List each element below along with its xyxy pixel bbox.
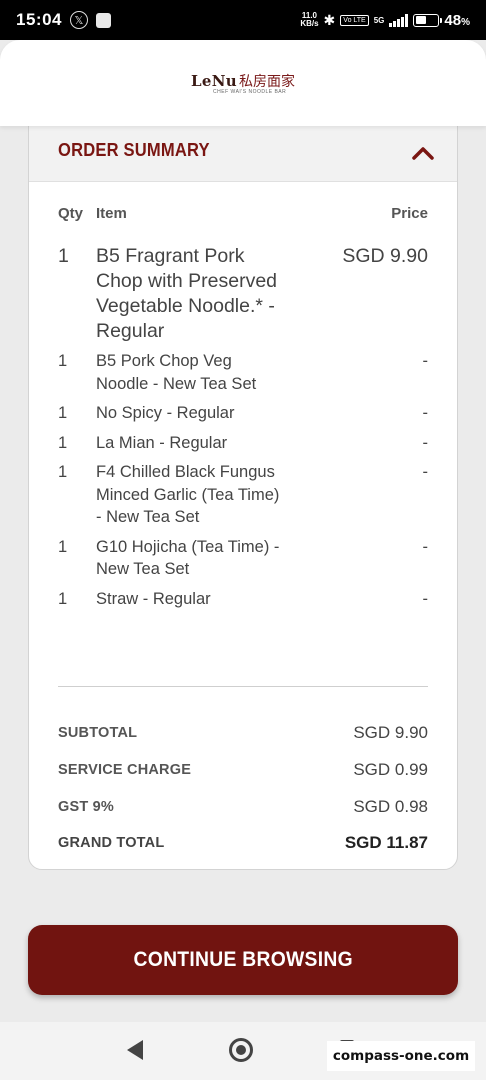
item-name: La Mian - Regular xyxy=(96,433,228,452)
item-name: G10 Hojicha (Tea Time) - New Tea Set xyxy=(96,537,280,579)
item-name: B5 Fragrant Pork Chop with Preserved Veg… xyxy=(96,245,278,342)
gst-row: GST 9% SGD 0.98 xyxy=(58,788,428,825)
divider xyxy=(58,686,428,687)
item-qty: 1 xyxy=(58,352,68,370)
item-qty: 1 xyxy=(58,245,69,267)
logo-subtitle: CHEF WAI'S NOODLE BAR xyxy=(213,89,287,95)
network-speed: 11.0 KB/s xyxy=(300,11,319,28)
status-bar: 15:04 𝕏 11.0 KB/s ✱ Vo LTE 5G 48% xyxy=(0,0,486,40)
order-item-row: 1 No Spicy - Regular - xyxy=(58,402,428,425)
back-icon[interactable] xyxy=(127,1040,143,1060)
subtotal-row: SUBTOTAL SGD 9.90 xyxy=(58,715,428,752)
home-icon[interactable] xyxy=(229,1038,253,1062)
item-qty: 1 xyxy=(58,537,68,556)
subtotal-label: SUBTOTAL xyxy=(58,725,138,742)
volte-icon: Vo LTE xyxy=(340,14,369,26)
continue-browsing-button[interactable]: CONTINUE BROWSING xyxy=(28,925,458,995)
column-headers: Qty Item Price xyxy=(58,205,428,222)
grand-total-row: GRAND TOTAL SGD 11.87 xyxy=(58,825,428,862)
item-price: SGD 9.90 xyxy=(342,245,428,267)
battery-percent: 48% xyxy=(444,11,470,29)
order-item-row: 1 G10 Hojicha (Tea Time) - New Tea Set - xyxy=(58,536,428,581)
item-qty: 1 xyxy=(58,463,68,481)
x-app-icon: 𝕏 xyxy=(69,11,88,29)
service-charge-value: SGD 0.99 xyxy=(353,760,428,780)
order-item-row: 1 B5 Pork Chop Veg Noodle - New Tea Set … xyxy=(58,350,428,395)
subtotal-value: SGD 9.90 xyxy=(353,723,428,743)
item-name: F4 Chilled Black Fungus Minced Garlic (T… xyxy=(96,463,280,526)
order-summary-card: ORDER SUMMARY Qty Item Price 1 B5 Fragra… xyxy=(28,110,458,870)
order-item-row: 1 Straw - Regular - xyxy=(58,588,428,611)
gst-label: GST 9% xyxy=(58,798,114,815)
order-item-row: 1 F4 Chilled Black Fungus Minced Garlic … xyxy=(58,461,428,529)
order-item-row: 1 La Mian - Regular - xyxy=(58,432,428,455)
item-price: - xyxy=(422,463,429,481)
item-name: No Spicy - Regular xyxy=(96,404,235,422)
item-qty: 1 xyxy=(58,589,68,608)
item-price: - xyxy=(422,537,429,556)
chevron-up-icon[interactable] xyxy=(411,145,435,161)
service-charge-row: SERVICE CHARGE SGD 0.99 xyxy=(58,752,428,789)
network-type: 5G xyxy=(373,15,385,25)
order-totals: SUBTOTAL SGD 9.90 SERVICE CHARGE SGD 0.9… xyxy=(58,715,428,862)
grand-total-value: SGD 11.87 xyxy=(344,833,428,853)
grand-total-label: GRAND TOTAL xyxy=(58,835,165,852)
item-name: B5 Pork Chop Veg Noodle - New Tea Set xyxy=(96,352,257,393)
watermark: compass-one.com xyxy=(327,1041,475,1071)
signal-icon xyxy=(389,13,409,27)
item-price: - xyxy=(422,433,429,452)
lenu-logo[interactable]: LeNu 私房面家 CHEF WAI'S NOODLE BAR xyxy=(191,71,295,95)
item-header: Item xyxy=(96,205,127,222)
qty-header: Qty xyxy=(58,205,84,222)
status-time: 15:04 xyxy=(16,10,62,29)
order-item-row: 1 B5 Fragrant Pork Chop with Preserved V… xyxy=(58,244,428,344)
item-name: Straw - Regular xyxy=(96,589,211,608)
logo-brand: LeNu xyxy=(191,72,237,90)
item-price: - xyxy=(422,404,429,422)
app-header: LeNu 私房面家 CHEF WAI'S NOODLE BAR xyxy=(0,40,486,126)
service-charge-label: SERVICE CHARGE xyxy=(58,762,192,779)
order-summary-title: ORDER SUMMARY xyxy=(58,140,210,160)
price-header: Price xyxy=(391,205,428,222)
order-items: 1 B5 Fragrant Pork Chop with Preserved V… xyxy=(58,244,428,617)
item-price: - xyxy=(422,589,429,608)
item-qty: 1 xyxy=(58,404,68,422)
app-notification-icon xyxy=(95,12,111,28)
item-price: - xyxy=(422,352,429,370)
battery-icon xyxy=(413,13,443,27)
gst-value: SGD 0.98 xyxy=(353,796,428,816)
logo-chinese: 私房面家 xyxy=(238,74,295,90)
bluetooth-icon: ✱ xyxy=(323,11,336,28)
item-qty: 1 xyxy=(58,433,68,452)
